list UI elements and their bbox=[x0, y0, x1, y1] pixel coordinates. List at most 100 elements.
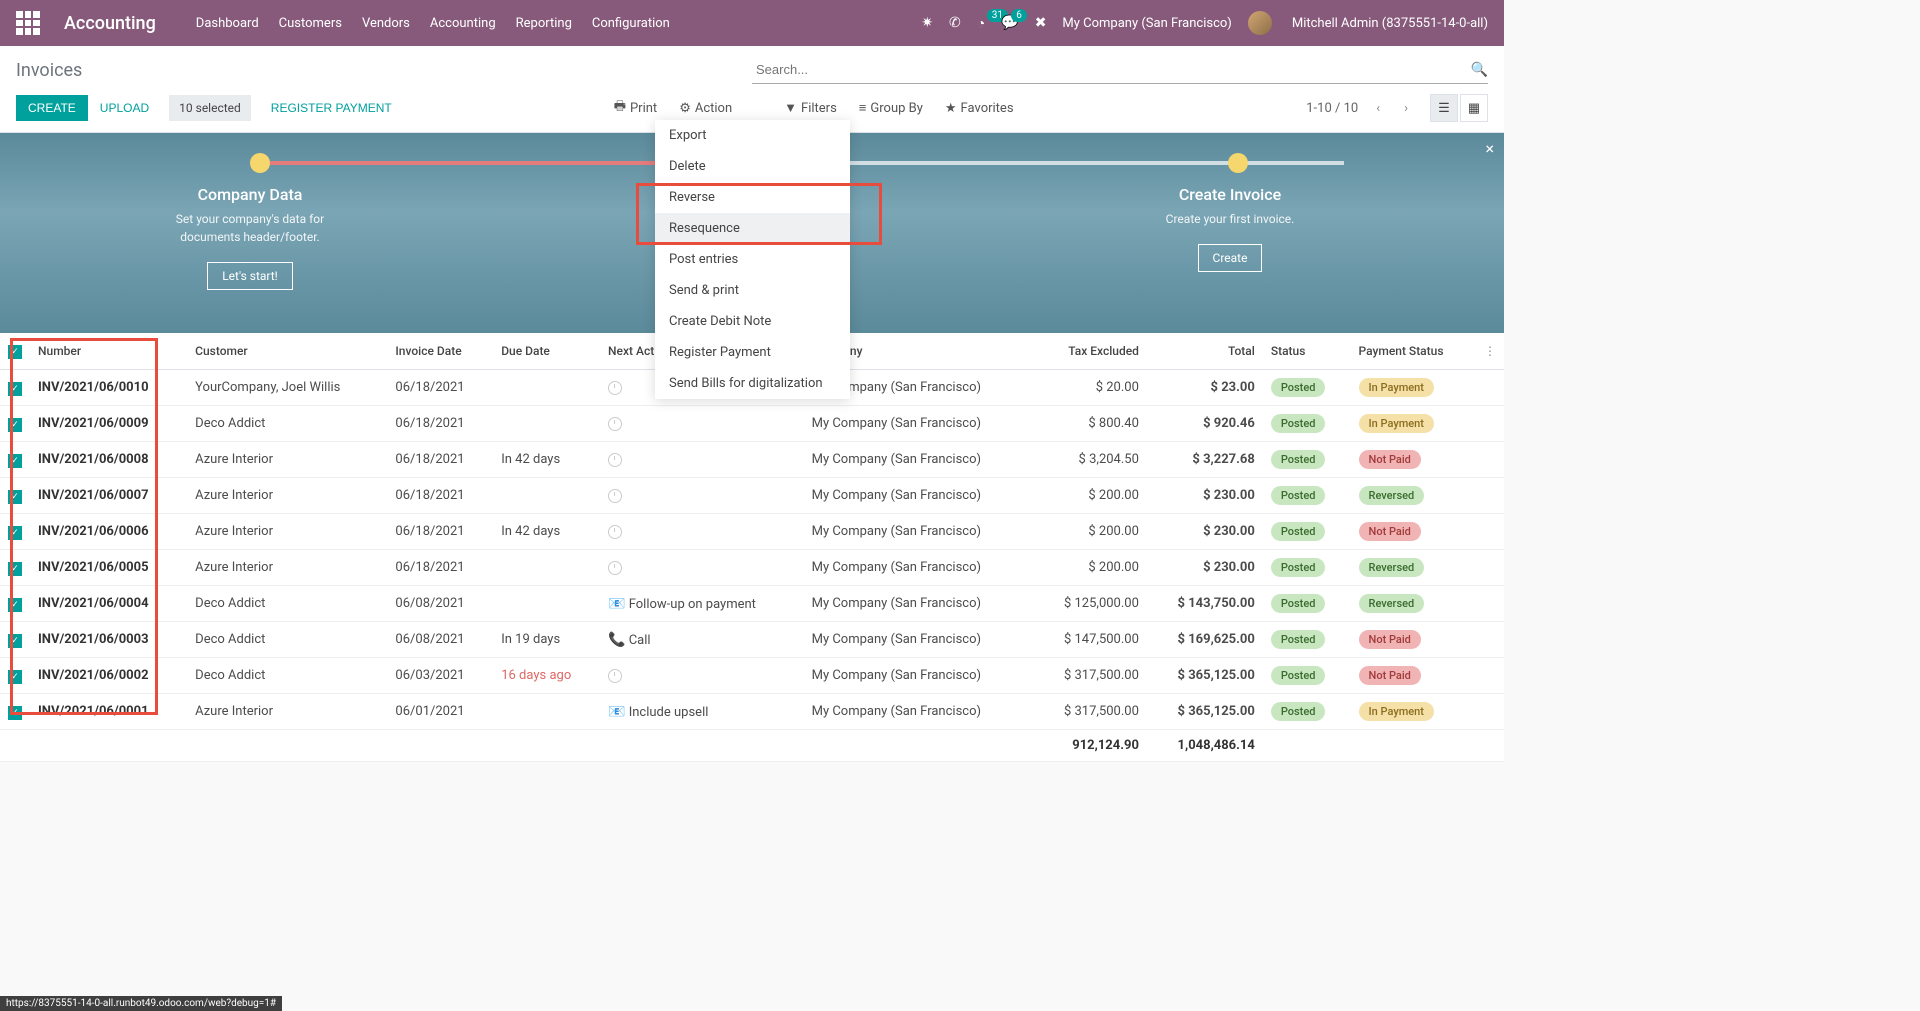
cell-invoice-date: 06/18/2021 bbox=[387, 478, 493, 514]
mail-icon[interactable]: 📧 bbox=[608, 596, 625, 612]
view-switcher: ☰ ▦ bbox=[1430, 94, 1488, 122]
table-row[interactable]: ✓INV/2021/06/0002Deco Addict06/03/202116… bbox=[0, 658, 1504, 694]
clock-activity-icon[interactable] bbox=[608, 525, 622, 539]
menu-vendors[interactable]: Vendors bbox=[362, 16, 410, 31]
col-tax-excluded[interactable]: Tax Excluded bbox=[1034, 333, 1147, 370]
apps-icon[interactable] bbox=[16, 11, 40, 35]
table-row[interactable]: ✓INV/2021/06/0007Azure Interior06/18/202… bbox=[0, 478, 1504, 514]
lets-start-button[interactable]: Let's start! bbox=[207, 262, 293, 290]
action-dropdown[interactable]: ⚙ Action bbox=[679, 97, 732, 119]
clock-activity-icon[interactable] bbox=[608, 489, 622, 503]
avatar[interactable] bbox=[1248, 11, 1272, 35]
pager-prev[interactable]: ‹ bbox=[1370, 99, 1386, 118]
cell-number: INV/2021/06/0002 bbox=[30, 658, 187, 694]
status-badge: Posted bbox=[1271, 522, 1326, 541]
action-menu-item-reverse[interactable]: Reverse bbox=[655, 182, 850, 213]
cell-invoice-date: 06/08/2021 bbox=[387, 586, 493, 622]
row-checkbox[interactable]: ✓ bbox=[8, 526, 22, 540]
clock-activity-icon[interactable] bbox=[608, 453, 622, 467]
row-checkbox[interactable]: ✓ bbox=[8, 490, 22, 504]
row-checkbox[interactable]: ✓ bbox=[8, 670, 22, 684]
cell-payment-status: Reversed bbox=[1351, 586, 1476, 622]
search-box[interactable]: 🔍 bbox=[752, 56, 1488, 84]
banner-close-icon[interactable]: × bbox=[1485, 139, 1494, 158]
table-row[interactable]: ✓INV/2021/06/0001Azure Interior06/01/202… bbox=[0, 694, 1504, 730]
cell-total: $ 365,125.00 bbox=[1147, 694, 1263, 730]
col-total[interactable]: Total bbox=[1147, 333, 1263, 370]
bug-icon[interactable]: ✷ bbox=[921, 15, 933, 31]
clock-activity-icon[interactable] bbox=[608, 561, 622, 575]
col-status[interactable]: Status bbox=[1263, 333, 1351, 370]
cell-due-date: In 42 days bbox=[493, 514, 600, 550]
menu-customers[interactable]: Customers bbox=[279, 16, 342, 31]
menu-accounting[interactable]: Accounting bbox=[430, 16, 496, 31]
cell-customer: Deco Addict bbox=[187, 586, 387, 622]
cell-number: INV/2021/06/0007 bbox=[30, 478, 187, 514]
row-checkbox[interactable]: ✓ bbox=[8, 562, 22, 576]
table-row[interactable]: ✓INV/2021/06/0003Deco Addict06/08/2021In… bbox=[0, 622, 1504, 658]
clock-activity-icon[interactable] bbox=[608, 417, 622, 431]
list-view-button[interactable]: ☰ bbox=[1430, 94, 1458, 122]
groupby-dropdown[interactable]: ≡ Group By bbox=[859, 97, 923, 119]
search-icon[interactable]: 🔍 bbox=[1471, 62, 1488, 78]
select-all-checkbox[interactable]: ✓ bbox=[8, 345, 22, 359]
pager-next[interactable]: › bbox=[1398, 99, 1414, 118]
row-checkbox[interactable]: ✓ bbox=[8, 454, 22, 468]
company-selector[interactable]: My Company (San Francisco) bbox=[1062, 16, 1231, 31]
chat-icon[interactable]: 💬6 bbox=[1001, 15, 1018, 31]
action-menu-item-register-payment[interactable]: Register Payment bbox=[655, 337, 850, 368]
action-menu-item-post-entries[interactable]: Post entries bbox=[655, 244, 850, 275]
phone-activity-icon[interactable]: 📞 bbox=[608, 632, 625, 648]
clock-activity-icon[interactable] bbox=[608, 381, 622, 395]
action-menu-item-delete[interactable]: Delete bbox=[655, 151, 850, 182]
row-checkbox[interactable]: ✓ bbox=[8, 382, 22, 396]
payment-badge: In Payment bbox=[1359, 378, 1434, 397]
row-checkbox[interactable]: ✓ bbox=[8, 598, 22, 612]
table-row[interactable]: ✓INV/2021/06/0006Azure Interior06/18/202… bbox=[0, 514, 1504, 550]
col-invoice-date[interactable]: Invoice Date bbox=[387, 333, 493, 370]
table-row[interactable]: ✓INV/2021/06/0009Deco Addict06/18/2021 M… bbox=[0, 406, 1504, 442]
brand: Accounting bbox=[64, 13, 156, 34]
filters-label: Filters bbox=[801, 101, 837, 116]
breadcrumb: Invoices bbox=[16, 60, 752, 81]
action-menu-item-send-bills-for-digitalization[interactable]: Send Bills for digitalization bbox=[655, 368, 850, 399]
col-customer[interactable]: Customer bbox=[187, 333, 387, 370]
menu-reporting[interactable]: Reporting bbox=[516, 16, 572, 31]
action-menu-item-send-print[interactable]: Send & print bbox=[655, 275, 850, 306]
menu-dashboard[interactable]: Dashboard bbox=[196, 16, 259, 31]
mail-icon[interactable]: 📧 bbox=[608, 704, 625, 720]
action-menu-item-create-debit-note[interactable]: Create Debit Note bbox=[655, 306, 850, 337]
row-checkbox[interactable]: ✓ bbox=[8, 634, 22, 648]
phone-icon[interactable]: ✆ bbox=[949, 15, 961, 31]
col-due-date[interactable]: Due Date bbox=[493, 333, 600, 370]
col-payment-status[interactable]: Payment Status bbox=[1351, 333, 1476, 370]
clock-activity-icon[interactable] bbox=[608, 669, 622, 683]
col-number[interactable]: Number bbox=[30, 333, 187, 370]
table-row[interactable]: ✓INV/2021/06/0005Azure Interior06/18/202… bbox=[0, 550, 1504, 586]
search-input[interactable] bbox=[752, 58, 1471, 81]
clock-icon[interactable]: ◔31 bbox=[977, 15, 985, 32]
cell-payment-status: Not Paid bbox=[1351, 658, 1476, 694]
table-row[interactable]: ✓INV/2021/06/0008Azure Interior06/18/202… bbox=[0, 442, 1504, 478]
cell-due-date bbox=[493, 586, 600, 622]
action-menu-item-export[interactable]: Export bbox=[655, 120, 850, 151]
row-checkbox[interactable]: ✓ bbox=[8, 706, 22, 720]
create-invoice-button[interactable]: Create bbox=[1198, 244, 1263, 272]
table-row[interactable]: ✓INV/2021/06/0004Deco Addict06/08/2021📧 … bbox=[0, 586, 1504, 622]
create-button[interactable]: CREATE bbox=[16, 95, 88, 121]
row-checkbox[interactable]: ✓ bbox=[8, 418, 22, 432]
register-payment-button[interactable]: REGISTER PAYMENT bbox=[259, 95, 404, 121]
menu-configuration[interactable]: Configuration bbox=[592, 16, 670, 31]
column-options-icon[interactable]: ⋮ bbox=[1476, 333, 1504, 370]
cell-company: My Company (San Francisco) bbox=[804, 514, 1034, 550]
action-menu-item-resequence[interactable]: Resequence bbox=[655, 213, 850, 244]
upload-button[interactable]: UPLOAD bbox=[88, 95, 161, 121]
favorites-dropdown[interactable]: ★ Favorites bbox=[945, 97, 1014, 119]
cell-number: INV/2021/06/0004 bbox=[30, 586, 187, 622]
wrench-icon[interactable]: ✖ bbox=[1035, 15, 1047, 31]
filters-dropdown[interactable]: ▼ Filters bbox=[784, 97, 837, 119]
user-menu[interactable]: Mitchell Admin (8375551-14-0-all) bbox=[1292, 16, 1488, 31]
cell-invoice-date: 06/18/2021 bbox=[387, 442, 493, 478]
print-button[interactable]: 🖶 Print bbox=[614, 97, 657, 119]
kanban-view-button[interactable]: ▦ bbox=[1460, 94, 1488, 122]
